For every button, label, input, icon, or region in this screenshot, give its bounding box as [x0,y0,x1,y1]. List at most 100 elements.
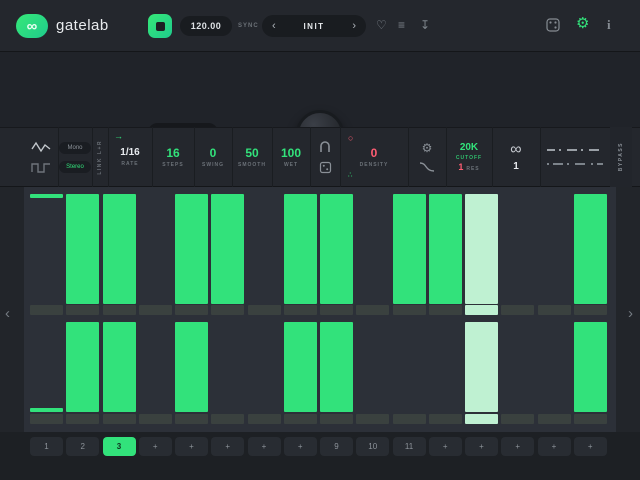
magnet-icon[interactable] [318,141,332,153]
pattern-button-2[interactable]: 2 [66,437,99,456]
step-bar[interactable] [66,322,99,412]
step-bar[interactable] [103,194,136,304]
smooth-wave-icon[interactable] [31,140,51,153]
strip-segment[interactable] [465,414,498,424]
strip-segment[interactable] [103,305,136,315]
strip-segment[interactable] [501,414,534,424]
strip-segment[interactable] [429,305,462,315]
step-bar[interactable] [429,194,462,304]
cycle-value[interactable]: 1 [513,162,519,172]
pattern-button-15[interactable]: + [538,437,571,456]
swing-value[interactable]: 0 [210,147,217,159]
strip-segment[interactable] [501,305,534,315]
pattern-button-1[interactable]: 1 [30,437,63,456]
infinity-icon[interactable]: ∞ [510,142,521,158]
strip-segment[interactable] [175,414,208,424]
strip-segment[interactable] [356,305,389,315]
step-bar[interactable] [30,194,63,198]
step-bar[interactable] [211,194,244,304]
pattern-button-5[interactable]: + [175,437,208,456]
favorite-heart-icon[interactable]: ♡ [376,19,387,31]
page-prev-icon[interactable]: ‹ [5,306,10,321]
strip-segment[interactable] [211,305,244,315]
step-bar[interactable] [284,322,317,412]
play-stop-button[interactable] [148,14,172,38]
strip-segment[interactable] [538,414,571,424]
pattern-button-16[interactable]: + [574,437,607,456]
pattern-button-9[interactable]: 9 [320,437,353,456]
strip-segment[interactable] [284,305,317,315]
strip-segment[interactable] [103,414,136,424]
density-circle-icon[interactable]: ○ [348,134,353,143]
pattern-button-6[interactable]: + [211,437,244,456]
pattern-button-12[interactable]: + [429,437,462,456]
bypass-toggle[interactable]: BYPASS [618,142,624,171]
pattern-button-10[interactable]: 10 [356,437,389,456]
step-bar[interactable] [175,194,208,304]
pattern-preview-2-icon[interactable] [547,161,603,167]
strip-segment[interactable] [320,305,353,315]
strip-segment[interactable] [393,414,426,424]
strip-segment[interactable] [175,305,208,315]
rate-value[interactable]: 1/16 [120,148,139,158]
step-bar[interactable] [103,322,136,412]
filter-slope-icon[interactable] [419,161,435,173]
strip-segment[interactable] [211,414,244,424]
step-bar[interactable] [393,194,426,304]
strip-segment[interactable] [248,305,281,315]
pattern-preview-1-icon[interactable] [547,147,603,153]
step-bar[interactable] [465,322,498,412]
cutoff-value[interactable]: 20K [460,143,478,153]
strip-segment[interactable] [248,414,281,424]
strip-segment[interactable] [356,414,389,424]
step-bar[interactable] [66,194,99,304]
steps-value[interactable]: 16 [166,147,179,159]
step-bar[interactable] [284,194,317,304]
strip-segment[interactable] [429,414,462,424]
sync-toggle[interactable]: SYNC [238,23,259,29]
wet-value[interactable]: 100 [281,147,301,159]
pattern-button-4[interactable]: + [139,437,172,456]
step-bar[interactable] [320,322,353,412]
strip-segment[interactable] [66,414,99,424]
strip-segment[interactable] [320,414,353,424]
preset-list-icon[interactable]: ≡ [398,19,405,31]
strip-segment[interactable] [574,414,607,424]
smooth-value[interactable]: 50 [245,147,258,159]
link-lr-toggle[interactable]: LINK L+R [97,140,103,175]
preset-prev-button[interactable]: ‹ [272,21,276,32]
strip-segment[interactable] [30,414,63,424]
strip-segment[interactable] [538,305,571,315]
mono-button[interactable]: Mono [59,142,91,154]
density-value[interactable]: 0 [371,147,378,159]
settings-gear-icon[interactable]: ⚙ [576,16,589,31]
strip-segment[interactable] [574,305,607,315]
density-dots-icon[interactable]: ∴ [348,172,352,179]
pattern-button-11[interactable]: 11 [393,437,426,456]
square-wave-icon[interactable] [31,161,51,174]
pattern-button-7[interactable]: + [248,437,281,456]
pattern-button-14[interactable]: + [501,437,534,456]
step-bar[interactable] [574,322,607,412]
direction-arrow-icon[interactable]: → [114,132,123,141]
res-value[interactable]: 1 [458,163,463,172]
dice-small-icon[interactable] [319,161,332,174]
page-next-icon[interactable]: › [628,306,633,321]
strip-segment[interactable] [66,305,99,315]
save-download-icon[interactable]: ↧ [420,19,430,31]
strip-segment[interactable] [139,305,172,315]
dice-icon[interactable] [546,18,560,32]
gear-small-icon[interactable]: ⚙ [422,142,433,154]
step-bar[interactable] [465,194,498,304]
step-bar[interactable] [175,322,208,412]
preset-next-button[interactable]: › [352,21,356,32]
strip-segment[interactable] [284,414,317,424]
strip-segment[interactable] [393,305,426,315]
bpm-display[interactable]: 120.00 [180,16,232,36]
strip-segment[interactable] [139,414,172,424]
strip-segment[interactable] [465,305,498,315]
step-bar[interactable] [574,194,607,304]
pattern-button-13[interactable]: + [465,437,498,456]
step-bar[interactable] [30,408,63,412]
strip-segment[interactable] [30,305,63,315]
